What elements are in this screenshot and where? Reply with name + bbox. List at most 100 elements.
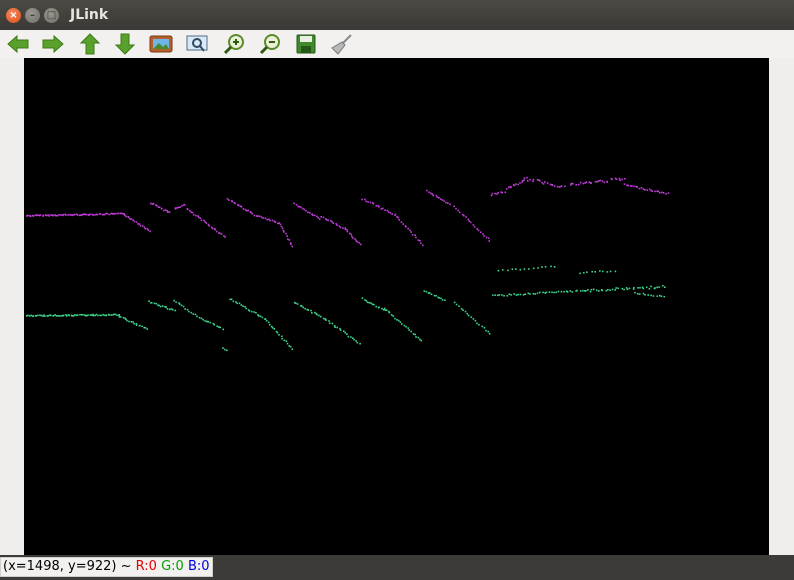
- green-point: [656, 286, 658, 289]
- arrow-up-icon[interactable]: [78, 33, 102, 55]
- magenta-point: [48, 215, 50, 217]
- magenta-point: [163, 209, 165, 212]
- magenta-point: [177, 206, 180, 209]
- green-point: [281, 337, 283, 340]
- save-icon[interactable]: [294, 33, 318, 55]
- green-point: [441, 299, 444, 301]
- green-point: [171, 308, 174, 311]
- image-icon[interactable]: [149, 33, 173, 55]
- magenta-point: [85, 213, 87, 216]
- magenta-point: [397, 216, 400, 219]
- green-point: [645, 286, 648, 289]
- green-point: [497, 269, 500, 272]
- magenta-point: [231, 200, 234, 203]
- green-point: [44, 315, 46, 317]
- magenta-point: [146, 228, 149, 230]
- zoom-in-icon[interactable]: [222, 33, 246, 55]
- magenta-point: [349, 232, 351, 235]
- green-point: [569, 290, 572, 292]
- magenta-point: [627, 184, 629, 187]
- magenta-point: [352, 237, 354, 239]
- magenta-point: [303, 208, 305, 211]
- zoom-out-icon[interactable]: [258, 33, 282, 55]
- green-point: [532, 267, 535, 270]
- magenta-point: [168, 211, 171, 213]
- minimize-window-button[interactable]: –: [25, 8, 40, 23]
- green-point: [492, 294, 494, 297]
- magenta-point: [508, 186, 510, 189]
- green-point: [353, 338, 355, 341]
- magenta-point: [79, 214, 81, 217]
- green-point: [74, 314, 76, 316]
- arrow-down-icon[interactable]: [113, 33, 137, 55]
- arrow-left-icon[interactable]: [6, 33, 30, 55]
- magenta-point: [247, 209, 249, 212]
- green-point: [59, 315, 61, 317]
- green-point: [539, 291, 541, 294]
- green-point: [408, 329, 410, 331]
- green-point: [527, 268, 530, 270]
- green-point: [639, 287, 641, 289]
- magenta-point: [439, 198, 442, 200]
- zoom-fit-icon[interactable]: [185, 33, 209, 55]
- green-point: [524, 293, 527, 295]
- magenta-point: [108, 213, 110, 216]
- green-point: [510, 294, 512, 296]
- magenta-point: [183, 203, 186, 206]
- green-point: [216, 325, 218, 328]
- green-point: [331, 322, 334, 325]
- green-point: [585, 290, 587, 292]
- magenta-point: [570, 182, 572, 185]
- arrow-right-icon[interactable]: [41, 33, 65, 55]
- green-point: [638, 293, 641, 295]
- magenta-point: [610, 177, 613, 180]
- close-window-button[interactable]: ×: [6, 8, 21, 23]
- green-point: [601, 289, 603, 292]
- magenta-point: [211, 227, 214, 230]
- magenta-point: [559, 186, 561, 188]
- green-point: [285, 340, 288, 342]
- green-point: [579, 272, 581, 275]
- magenta-point: [351, 235, 353, 238]
- green-point: [153, 302, 156, 305]
- magenta-point: [346, 230, 349, 233]
- green-point: [30, 314, 32, 317]
- maximize-window-button[interactable]: □: [44, 8, 59, 23]
- green-point: [339, 327, 341, 330]
- magenta-point: [286, 235, 288, 237]
- green-point: [302, 306, 304, 309]
- magenta-point: [156, 204, 158, 207]
- green-point: [560, 290, 563, 293]
- magenta-point: [50, 214, 52, 216]
- magenta-point: [365, 200, 367, 203]
- magenta-point: [228, 199, 230, 201]
- magenta-point: [485, 236, 488, 239]
- green-point: [200, 317, 203, 320]
- green-point: [296, 303, 299, 305]
- green-point: [551, 291, 553, 294]
- title-bar[interactable]: × – □ JLink: [0, 0, 794, 30]
- green-point: [334, 326, 336, 328]
- green-point: [178, 303, 181, 305]
- magenta-point: [619, 179, 621, 181]
- magenta-point: [477, 229, 480, 232]
- green-point: [97, 314, 99, 317]
- magenta-point: [382, 207, 384, 210]
- green-point: [276, 331, 279, 334]
- green-point: [614, 270, 617, 273]
- magenta-point: [344, 228, 347, 230]
- magenta-point: [336, 224, 338, 226]
- broom-icon[interactable]: [330, 33, 354, 55]
- green-point: [396, 319, 398, 321]
- point-cloud-canvas[interactable]: [24, 58, 769, 555]
- green-point: [141, 325, 143, 328]
- magenta-point: [422, 244, 424, 247]
- magenta-point: [642, 188, 645, 190]
- green-point: [428, 292, 431, 294]
- green-point: [621, 287, 624, 290]
- green-point: [519, 293, 522, 296]
- magenta-point: [55, 214, 57, 217]
- blue-value: B:0: [187, 559, 210, 574]
- green-point: [347, 335, 350, 338]
- magenta-point: [482, 233, 484, 235]
